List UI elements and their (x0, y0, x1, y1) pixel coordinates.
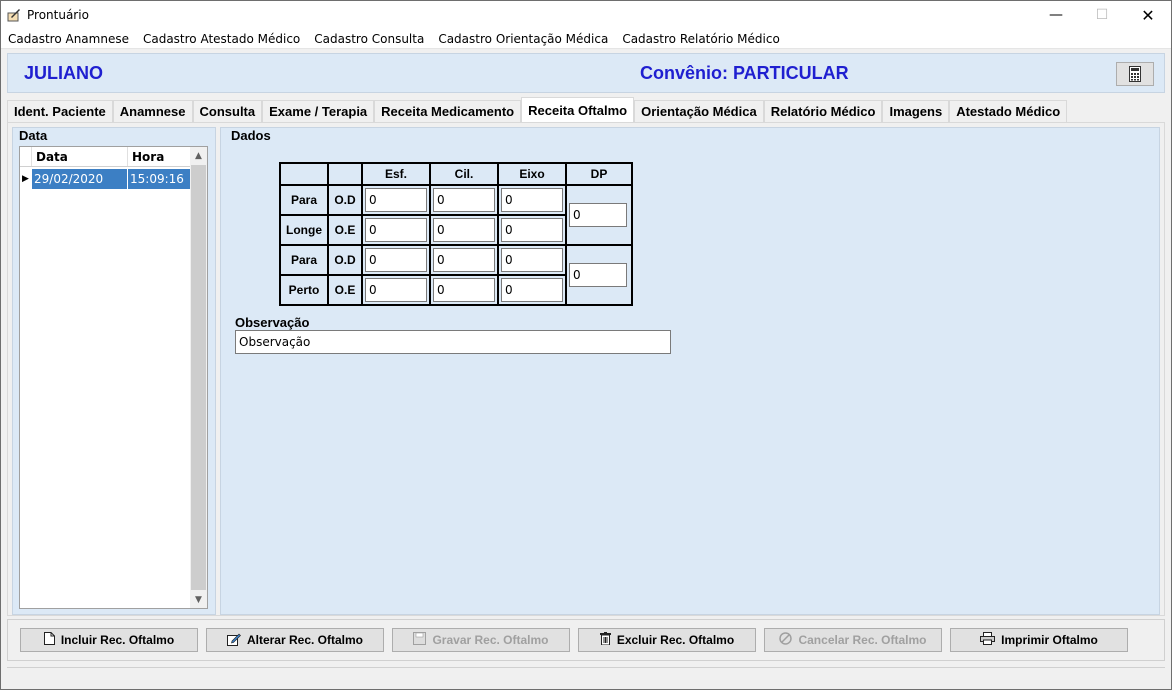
tab-receita-oftalmo[interactable]: Receita Oftalmo (521, 97, 635, 122)
table-row[interactable]: ▶ 29/02/2020 15:09:16 (20, 169, 191, 189)
grid-col-data[interactable]: Data (32, 147, 128, 166)
grid-indicator-header (20, 147, 32, 166)
longe-label: Longe (279, 214, 329, 246)
eye-header-cell (327, 162, 363, 186)
tab-ident-paciente[interactable]: Ident. Paciente (7, 100, 113, 122)
scroll-thumb[interactable] (191, 165, 206, 590)
menu-cadastro-orientacao[interactable]: Cadastro Orientação Médica (431, 32, 615, 46)
dp-longe-input[interactable]: 0 (569, 203, 627, 227)
gravar-button[interactable]: Gravar Rec. Oftalmo (392, 628, 570, 652)
col-dp-header: DP (565, 162, 633, 186)
perto-od-label: O.D (327, 244, 363, 276)
gravar-label: Gravar Rec. Oftalmo (432, 633, 549, 647)
col-esf-header: Esf. (361, 162, 431, 186)
menu-cadastro-anamnese[interactable]: Cadastro Anamnese (1, 32, 136, 46)
tab-imagens[interactable]: Imagens (882, 100, 950, 122)
perto-oe-esf-input[interactable]: 0 (365, 278, 427, 302)
row-data-cell[interactable]: 29/02/2020 (32, 169, 128, 189)
menu-bar: Cadastro Anamnese Cadastro Atestado Médi… (1, 29, 1171, 49)
data-group-label: Data (19, 128, 48, 143)
longe-oe-cil-input[interactable]: 0 (433, 218, 495, 242)
app-icon (7, 9, 20, 22)
action-bar: Incluir Rec. Oftalmo Alterar Rec. Oftalm… (7, 619, 1165, 661)
menu-cadastro-atestado[interactable]: Cadastro Atestado Médico (136, 32, 307, 46)
alterar-button[interactable]: Alterar Rec. Oftalmo (206, 628, 384, 652)
observacao-label: Observação (235, 315, 310, 330)
tab-strip: Ident. Paciente Anamnese Consulta Exame … (7, 97, 1068, 122)
perto-label: Perto (279, 274, 329, 306)
grid-header: Data Hora (20, 147, 191, 167)
perto-od-cil-input[interactable]: 0 (433, 248, 495, 272)
para-perto-label: Para (279, 244, 329, 276)
menu-cadastro-consulta[interactable]: Cadastro Consulta (307, 32, 431, 46)
dados-group: Dados Esf. Cil. Eixo DP Para O.D 0 0 0 0 (220, 127, 1160, 615)
longe-od-cil-input[interactable]: 0 (433, 188, 495, 212)
incluir-button[interactable]: Incluir Rec. Oftalmo (20, 628, 198, 652)
close-button[interactable]: ✕ (1125, 1, 1171, 29)
tab-exame-terapia[interactable]: Exame / Terapia (262, 100, 375, 122)
col-eixo-header: Eixo (497, 162, 567, 186)
calculator-button[interactable] (1116, 62, 1154, 86)
trash-icon (599, 632, 611, 648)
row-hora-cell[interactable]: 15:09:16 (128, 169, 191, 189)
tab-consulta[interactable]: Consulta (192, 100, 263, 122)
longe-od-esf-input[interactable]: 0 (365, 188, 427, 212)
calculator-icon (1129, 66, 1141, 82)
tab-atestado-medico[interactable]: Atestado Médico (949, 100, 1068, 122)
imprimir-button[interactable]: Imprimir Oftalmo (950, 628, 1128, 652)
longe-oe-label: O.E (327, 214, 363, 246)
perto-oe-cil-input[interactable]: 0 (433, 278, 495, 302)
patient-header: JULIANO Convênio: PARTICULAR (7, 53, 1165, 93)
imprimir-label: Imprimir Oftalmo (1001, 633, 1098, 647)
col-cil-header: Cil. (429, 162, 499, 186)
longe-oe-esf-input[interactable]: 0 (365, 218, 427, 242)
data-group: Data Data Hora ▶ 29/02/2020 15:09:16 ▲ ▼ (12, 127, 216, 615)
edit-pencil-icon (226, 632, 241, 649)
longe-oe-eixo-input[interactable]: 0 (501, 218, 563, 242)
tab-orientacao-medica[interactable]: Orientação Médica (634, 100, 764, 122)
perto-od-esf-input[interactable]: 0 (365, 248, 427, 272)
perto-od-eixo-input[interactable]: 0 (501, 248, 563, 272)
patient-name: JULIANO (24, 63, 104, 83)
grid-scrollbar[interactable]: ▲ ▼ (190, 147, 207, 608)
dados-group-label: Dados (231, 128, 271, 143)
tab-relatorio-medico[interactable]: Relatório Médico (763, 100, 883, 122)
printer-icon (980, 632, 996, 648)
tab-anamnese[interactable]: Anamnese (112, 100, 193, 122)
excluir-label: Excluir Rec. Oftalmo (616, 633, 735, 647)
scroll-up-icon[interactable]: ▲ (190, 147, 207, 164)
grid-col-hora[interactable]: Hora (128, 147, 191, 166)
row-indicator-icon: ▶ (20, 169, 32, 189)
para-longe-label: Para (279, 184, 329, 216)
menu-cadastro-relatorio[interactable]: Cadastro Relatório Médico (615, 32, 786, 46)
excluir-button[interactable]: Excluir Rec. Oftalmo (578, 628, 756, 652)
dp-perto-input[interactable]: 0 (569, 263, 627, 287)
window-title: Prontuário (27, 8, 89, 22)
perto-oe-eixo-input[interactable]: 0 (501, 278, 563, 302)
title-bar: Prontuário — ☐ ✕ (1, 1, 1171, 29)
longe-od-eixo-input[interactable]: 0 (501, 188, 563, 212)
longe-od-label: O.D (327, 184, 363, 216)
prescription-table: Esf. Cil. Eixo DP Para O.D 0 0 0 0 Longe… (279, 162, 633, 306)
save-disk-icon (413, 632, 427, 648)
perto-oe-label: O.E (327, 274, 363, 306)
minimize-button[interactable]: — (1033, 1, 1079, 29)
scroll-down-icon[interactable]: ▼ (190, 591, 207, 608)
incluir-label: Incluir Rec. Oftalmo (60, 633, 175, 647)
tab-receita-medicamento[interactable]: Receita Medicamento (374, 100, 522, 122)
convenio-label: Convênio: PARTICULAR (640, 63, 849, 83)
new-document-icon (43, 632, 55, 648)
observacao-input[interactable]: Observação (235, 330, 671, 354)
tab-content: Data Data Hora ▶ 29/02/2020 15:09:16 ▲ ▼ (7, 122, 1165, 616)
corner-cell (279, 162, 329, 186)
status-bar (7, 667, 1165, 687)
maximize-button[interactable]: ☐ (1079, 1, 1125, 29)
app-window: Prontuário — ☐ ✕ Cadastro Anamnese Cadas… (0, 0, 1172, 690)
cancelar-button[interactable]: Cancelar Rec. Oftalmo (764, 628, 942, 652)
alterar-label: Alterar Rec. Oftalmo (246, 633, 364, 647)
cancel-icon (779, 632, 793, 648)
cancelar-label: Cancelar Rec. Oftalmo (798, 633, 927, 647)
records-grid[interactable]: Data Hora ▶ 29/02/2020 15:09:16 ▲ ▼ (19, 146, 208, 609)
